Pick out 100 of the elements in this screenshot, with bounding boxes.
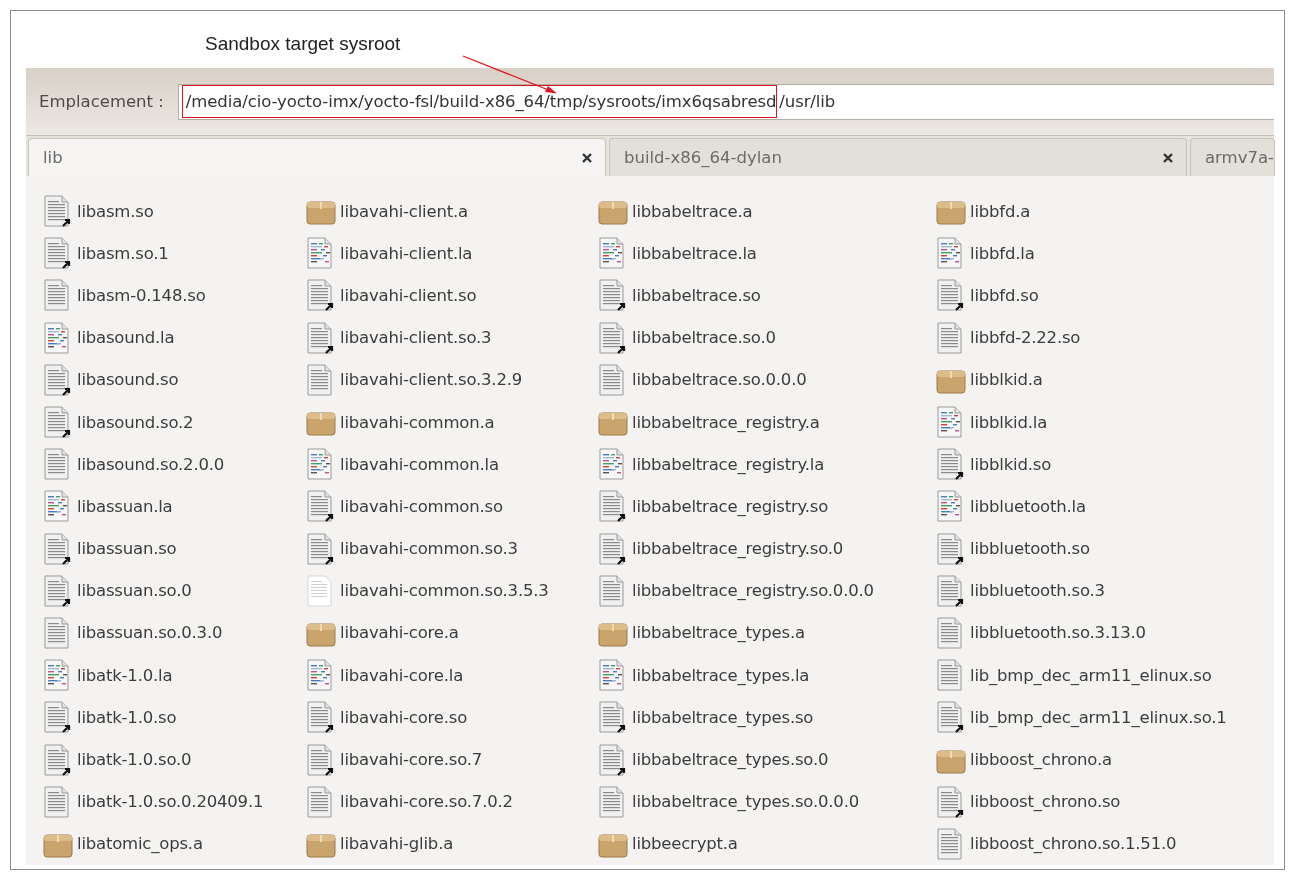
file-name[interactable]: libblkid.a <box>970 370 1043 390</box>
file-name[interactable]: libatk-1.0.la <box>77 665 173 685</box>
file-name[interactable]: libasound.so <box>77 370 179 390</box>
close-icon[interactable] <box>581 151 593 164</box>
shortcut-file-icon <box>43 195 73 228</box>
file-name[interactable]: libbabeltrace.so.0.0.0 <box>632 370 807 390</box>
shortcut-file-icon <box>936 574 966 607</box>
file-name[interactable]: libassuan.la <box>77 496 173 516</box>
file-name[interactable]: libavahi-glib.a <box>340 834 454 854</box>
tab[interactable]: armv7a- <box>1190 138 1275 176</box>
file-name[interactable]: libavahi-common.so.3 <box>340 539 518 559</box>
file-name[interactable]: libassuan.so.0.3.0 <box>77 623 223 643</box>
file-name[interactable]: libavahi-client.so <box>340 285 477 305</box>
file-name[interactable]: libboost_chrono.a <box>970 750 1112 770</box>
shortcut-file-icon <box>306 743 336 776</box>
location-field[interactable]: /media/cio-yocto-imx/yocto-fsl/build-x86_64/tmp/sysroots/imx6qsabresd /usr/lib <box>177 83 1274 120</box>
file-name[interactable]: libavahi-core.la <box>340 665 464 685</box>
file-name[interactable]: libbluetooth.so.3.13.0 <box>970 623 1146 643</box>
shortcut-file-icon <box>306 490 336 523</box>
shortcut-file-icon <box>598 490 628 523</box>
file-name[interactable]: libbabeltrace.a <box>632 201 753 221</box>
shortcut-file-icon <box>598 321 628 354</box>
shortcut-file-icon <box>598 532 628 565</box>
shortcut-file-icon <box>43 237 73 270</box>
file-name[interactable]: libbabeltrace_registry.so.0 <box>632 539 844 559</box>
file-name[interactable]: libbfd.a <box>970 201 1031 221</box>
file-name[interactable]: libbabeltrace_registry.so <box>632 496 829 516</box>
file-name[interactable]: libasm-0.148.so <box>77 285 206 305</box>
file-name[interactable]: libbabeltrace_registry.so.0.0.0 <box>632 581 874 601</box>
shortcut-file-icon <box>43 743 73 776</box>
shortcut-file-icon <box>598 743 628 776</box>
shortcut-file-icon <box>43 406 73 439</box>
shortcut-file-icon <box>936 448 966 481</box>
file-name[interactable]: libblkid.la <box>970 412 1048 432</box>
file-name[interactable]: libbabeltrace_types.so.0.0.0 <box>632 792 859 812</box>
file-name[interactable]: libavahi-common.la <box>340 454 499 474</box>
path-text: /usr/lib <box>778 91 836 113</box>
file-name[interactable]: libavahi-common.so <box>340 496 503 516</box>
file-name[interactable]: libavahi-client.a <box>340 201 468 221</box>
file-name[interactable]: libasm.so.1 <box>77 243 169 263</box>
file-name[interactable]: libavahi-common.a <box>340 412 495 432</box>
file-name[interactable]: libatk-1.0.so.0.20409.1 <box>77 792 264 812</box>
shortcut-file-icon <box>43 532 73 565</box>
file-name[interactable]: libbabeltrace_types.so <box>632 707 814 727</box>
file-name[interactable]: libavahi-core.so.7.0.2 <box>340 792 513 812</box>
file-name[interactable]: libavahi-client.so.3 <box>340 328 492 348</box>
file-name[interactable]: libatk-1.0.so <box>77 707 177 727</box>
file-name[interactable]: libbluetooth.so <box>970 539 1090 559</box>
shortcut-file-icon <box>936 279 966 312</box>
file-name[interactable]: libbfd.so <box>970 285 1039 305</box>
shortcut-file-icon <box>43 574 73 607</box>
file-name[interactable]: libasm.so <box>77 201 154 221</box>
file-name[interactable]: libbabeltrace_registry.a <box>632 412 820 432</box>
location-label: Emplacement : <box>39 92 164 111</box>
shortcut-file-icon <box>598 279 628 312</box>
shortcut-file-icon <box>306 701 336 734</box>
close-icon[interactable] <box>1162 151 1174 164</box>
file-name[interactable]: libatomic_ops.a <box>77 834 203 854</box>
file-name[interactable]: libbluetooth.la <box>970 496 1086 516</box>
file-name[interactable]: libbfd.la <box>970 243 1035 263</box>
tab[interactable]: lib <box>28 138 606 176</box>
file-name[interactable]: libbabeltrace.la <box>632 243 757 263</box>
shortcut-file-icon <box>306 321 336 354</box>
file-name[interactable]: libassuan.so <box>77 539 177 559</box>
shortcut-file-icon <box>598 701 628 734</box>
file-name[interactable]: libavahi-core.so.7 <box>340 750 483 770</box>
tab[interactable]: build-x86_64-dylan <box>609 138 1187 176</box>
file-name[interactable]: libbabeltrace_types.a <box>632 623 805 643</box>
file-name[interactable]: libasound.la <box>77 328 175 348</box>
shortcut-file-icon <box>43 363 73 396</box>
file-name[interactable]: libbabeltrace.so <box>632 285 761 305</box>
file-name[interactable]: libbabeltrace_types.la <box>632 665 810 685</box>
file-name[interactable]: libbabeltrace_registry.la <box>632 454 825 474</box>
file-name[interactable]: libasound.so.2 <box>77 412 194 432</box>
shortcut-file-icon <box>43 701 73 734</box>
file-name[interactable]: libavahi-core.so <box>340 707 468 727</box>
file-name[interactable]: libavahi-client.so.3.2.9 <box>340 370 523 390</box>
file-name[interactable]: libbfd-2.22.so <box>970 328 1081 348</box>
shortcut-file-icon <box>936 532 966 565</box>
file-name[interactable]: libavahi-client.la <box>340 243 473 263</box>
file-name[interactable]: libasound.so.2.0.0 <box>77 454 225 474</box>
file-name[interactable]: libbeecrypt.a <box>632 834 738 854</box>
file-name[interactable]: libavahi-core.a <box>340 623 459 643</box>
shortcut-file-icon <box>306 532 336 565</box>
shortcut-file-icon <box>306 279 336 312</box>
file-name[interactable]: libboost_chrono.so <box>970 792 1121 812</box>
file-name[interactable]: libassuan.so.0 <box>77 581 192 601</box>
file-name[interactable]: libblkid.so <box>970 454 1052 474</box>
path-text: /media/cio-yocto-imx/yocto-fsl/build-x86_64/tmp/sysroots/imx6qsabresd <box>181 85 778 118</box>
file-name[interactable]: libboost_chrono.so.1.51.0 <box>970 834 1177 854</box>
annotation-label: Sandbox target sysroot <box>205 33 401 55</box>
file-name[interactable]: libatk-1.0.so.0 <box>77 750 192 770</box>
file-name[interactable]: lib_bmp_dec_arm11_elinux.so <box>970 665 1212 685</box>
file-name[interactable]: libavahi-common.so.3.5.3 <box>340 581 549 601</box>
file-name[interactable]: libbabeltrace.so.0 <box>632 328 776 348</box>
file-name[interactable]: libbluetooth.so.3 <box>970 581 1105 601</box>
file-name[interactable]: lib_bmp_dec_arm11_elinux.so.1 <box>970 707 1227 727</box>
shortcut-file-icon <box>936 785 966 818</box>
shortcut-file-icon <box>936 701 966 734</box>
file-name[interactable]: libbabeltrace_types.so.0 <box>632 750 829 770</box>
